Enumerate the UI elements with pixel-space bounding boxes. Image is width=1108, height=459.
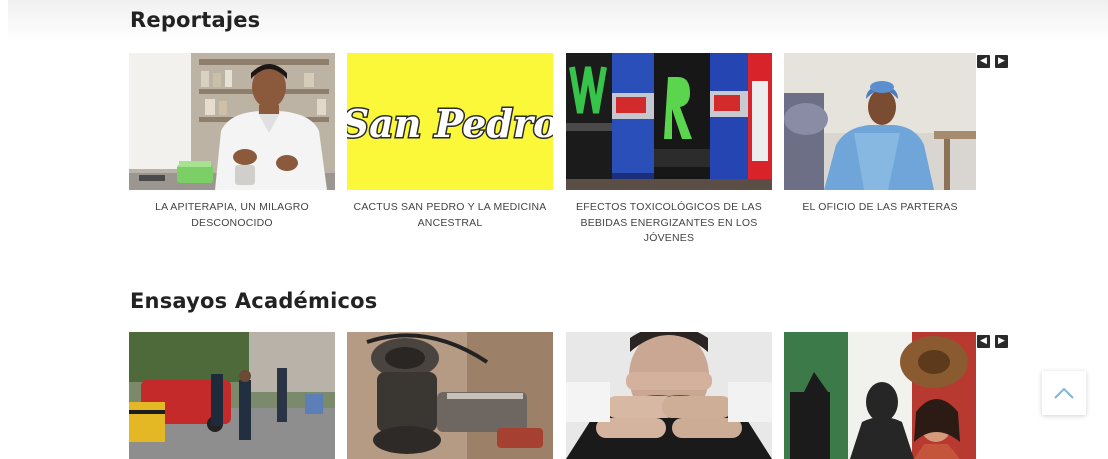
section-title-ensayos-academicos: Ensayos Académicos <box>130 289 378 313</box>
article-card[interactable]: EL OFICIO DE LAS PARTERAS <box>784 53 976 216</box>
article-image[interactable] <box>129 332 335 459</box>
carousel-next-button[interactable]: ▶ <box>995 55 1008 68</box>
article-card[interactable] <box>566 332 772 459</box>
article-card[interactable]: EFECTOS TOXICOLÓGICOS DE LAS BEBIDAS ENE… <box>566 53 772 247</box>
article-card[interactable]: LA APITERAPIA, UN MILAGRO DESCONOCIDO <box>129 53 335 231</box>
article-title[interactable]: EFECTOS TOXICOLÓGICOS DE LAS BEBIDAS ENE… <box>566 200 772 247</box>
back-to-top-button[interactable] <box>1042 371 1086 415</box>
chevron-left-icon: ◀ <box>980 336 987 346</box>
article-image[interactable] <box>784 53 976 190</box>
carousel-prev-button[interactable]: ◀ <box>977 335 990 348</box>
carousel-prev-button[interactable]: ◀ <box>977 55 990 68</box>
chevron-right-icon: ▶ <box>998 56 1005 66</box>
article-image[interactable] <box>784 332 976 459</box>
article-card[interactable] <box>347 332 553 459</box>
chevron-left-icon: ◀ <box>980 56 987 66</box>
section-title-reportajes: Reportajes <box>130 8 261 32</box>
article-title[interactable]: LA APITERAPIA, UN MILAGRO DESCONOCIDO <box>129 200 335 231</box>
article-card[interactable] <box>129 332 335 459</box>
article-image[interactable] <box>347 332 553 459</box>
article-image[interactable]: San Pedro <box>347 53 553 190</box>
article-image[interactable] <box>129 53 335 190</box>
article-card[interactable]: San Pedro CACTUS SAN PEDRO Y LA MEDICINA… <box>347 53 553 231</box>
chevron-right-icon: ▶ <box>998 336 1005 346</box>
article-title[interactable]: CACTUS SAN PEDRO Y LA MEDICINA ANCESTRAL <box>347 200 553 231</box>
article-title[interactable]: EL OFICIO DE LAS PARTERAS <box>784 200 976 216</box>
article-card[interactable] <box>784 332 976 459</box>
chevron-up-icon <box>1054 387 1074 399</box>
carousel-next-button[interactable]: ▶ <box>995 335 1008 348</box>
san-pedro-logo-text: San Pedro <box>347 101 553 146</box>
article-image[interactable] <box>566 332 772 459</box>
article-image[interactable] <box>566 53 772 190</box>
